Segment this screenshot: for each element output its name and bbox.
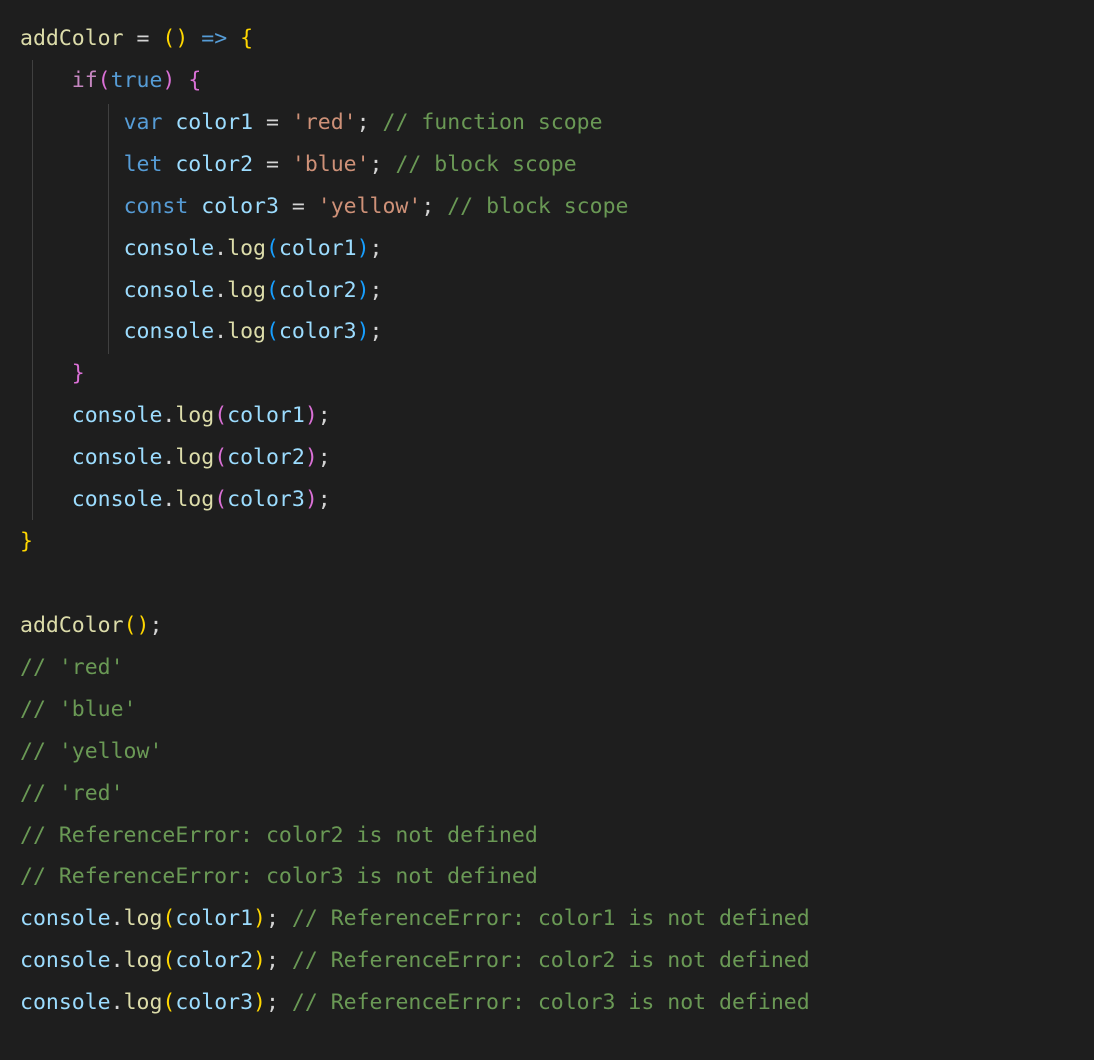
code-line: // 'blue' (20, 697, 137, 722)
code-line: addColor = () => { (20, 26, 253, 51)
code-line: // 'red' (20, 655, 124, 680)
code-line: console.log(color2); (20, 445, 331, 470)
keyword-if: if (72, 68, 98, 93)
code-line: console.log(color1); (20, 236, 383, 261)
comment: // block scope (395, 152, 576, 177)
comment: // ReferenceError: color3 is not defined (292, 990, 810, 1015)
code-line: console.log(color1); // ReferenceError: … (20, 906, 810, 931)
code-line: // ReferenceError: color3 is not defined (20, 864, 538, 889)
code-line: // 'yellow' (20, 739, 162, 764)
identifier: addColor (20, 26, 124, 51)
comment: // 'yellow' (20, 739, 162, 764)
literal-true: true (111, 68, 163, 93)
code-line: // 'red' (20, 781, 124, 806)
code-line: console.log(color2); // ReferenceError: … (20, 948, 810, 973)
code-line: console.log(color3); (20, 319, 383, 344)
comment: // ReferenceError: color1 is not defined (292, 906, 810, 931)
code-line: console.log(color1); (20, 403, 331, 428)
code-line: console.log(color3); // ReferenceError: … (20, 990, 810, 1015)
comment: // function scope (383, 110, 603, 135)
code-line: console.log(color3); (20, 487, 331, 512)
code-line: addColor(); (20, 613, 162, 638)
comment: // block scope (447, 194, 628, 219)
comment: // 'blue' (20, 697, 137, 722)
keyword-let: let (124, 152, 163, 177)
code-block: addColor = () => { if(true) { var color1… (0, 0, 1094, 1042)
keyword-const: const (124, 194, 189, 219)
comment: // 'red' (20, 781, 124, 806)
code-line: console.log(color2); (20, 278, 383, 303)
comment: // ReferenceError: color2 is not defined (292, 948, 810, 973)
comment: // 'red' (20, 655, 124, 680)
code-line: if(true) { (20, 68, 201, 93)
code-line (20, 571, 33, 596)
code-line: const color3 = 'yellow'; // block scope (20, 194, 628, 219)
comment: // ReferenceError: color3 is not defined (20, 864, 538, 889)
comment: // ReferenceError: color2 is not defined (20, 823, 538, 848)
keyword-var: var (124, 110, 163, 135)
code-line: } (20, 361, 85, 386)
code-line: } (20, 529, 33, 554)
code-line: // ReferenceError: color2 is not defined (20, 823, 538, 848)
code-line: let color2 = 'blue'; // block scope (20, 152, 577, 177)
